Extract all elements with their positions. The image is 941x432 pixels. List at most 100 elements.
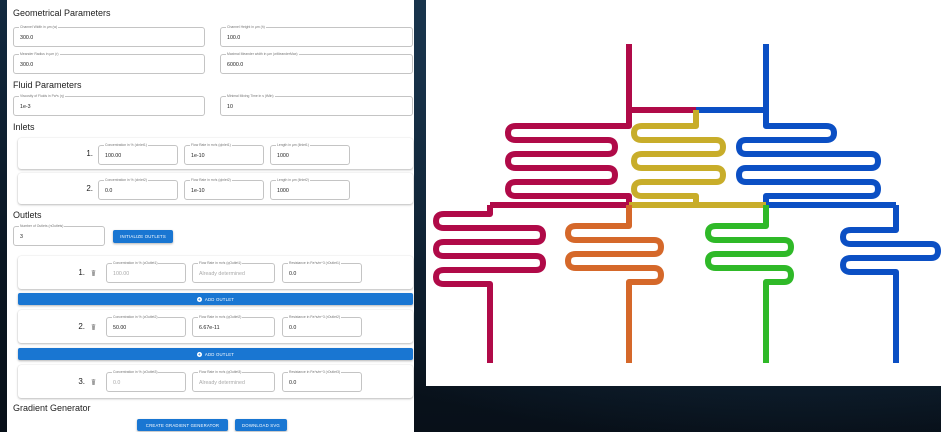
- outlet-2-flow-label: Flow Rate in m³/s (qOutlet2): [198, 314, 243, 320]
- add-outlet-label: ADD OUTLET: [204, 296, 235, 302]
- inlet-1-concentration-field[interactable]: Concentration in % (cInlet1) 100.00: [98, 142, 178, 165]
- outlet-1-concentration-field[interactable]: Concentration in % (cOutlet1) 100.00: [106, 260, 186, 283]
- outlets-title: Outlets: [13, 210, 42, 220]
- outlet-1-resistance-field[interactable]: Resistance in Pa*s/m^3 (rOutlet1) 0.0: [282, 260, 362, 283]
- outlet-card-2: 2. Concentration in % (cOutlet2) 50.00 F…: [18, 310, 413, 343]
- inlet-2-length-field[interactable]: Length in µm (lInlet2) 1000: [270, 177, 350, 200]
- outlet-2-concentration-label: Concentration in % (cOutlet2): [112, 314, 159, 320]
- inlet-channel-1: [626, 44, 696, 113]
- gradient-title: Gradient Generator: [13, 403, 91, 413]
- viscosity-label: Viscosity of Fluids in Pa*s (η): [19, 93, 65, 99]
- fluid-title: Fluid Parameters: [13, 80, 82, 90]
- geometrical-title: Geometrical Parameters: [13, 8, 111, 18]
- max-meander-field[interactable]: Maximal Meander width in µm (wMeanderMax…: [220, 51, 413, 74]
- inlet-1-length-label: Length in µm (lInlet1): [276, 142, 310, 148]
- mixing-time-label: Minimal Mixing Time in s (tMin): [226, 93, 275, 99]
- inlet-number: 2.: [86, 184, 93, 193]
- download-svg-button[interactable]: DOWNLOAD SVG: [235, 419, 287, 431]
- initialize-outlets-button[interactable]: INITIALIZE OUTLETS: [113, 230, 173, 243]
- stage1-blue-meander: [736, 110, 881, 205]
- outlet-1-resistance-label: Resistance in Pa*s/m^3 (rOutlet1): [288, 260, 341, 266]
- outlet-2-resistance-field[interactable]: Resistance in Pa*s/m^3 (rOutlet2) 0.0: [282, 314, 362, 337]
- outlet-number: 3.: [78, 377, 85, 386]
- inlet-1-length-field[interactable]: Length in µm (lInlet1) 1000: [270, 142, 350, 165]
- inlets-title: Inlets: [13, 122, 35, 132]
- outlet-2-flow-value: 6.67e-11: [199, 325, 220, 331]
- viscosity-value: 1e-3: [20, 104, 31, 110]
- parameters-panel: Geometrical Parameters Channel Width in …: [7, 0, 414, 432]
- outlet-3-flow-field[interactable]: Flow Rate in m³/s (qOutlet3) Already det…: [192, 369, 275, 392]
- inlet-channel-2: [696, 44, 769, 113]
- outlet-count-label: Number of Outlets (nOutlets): [19, 223, 65, 229]
- outlet-1-concentration-label: Concentration in % (cOutlet1): [112, 260, 159, 266]
- trash-icon[interactable]: [91, 379, 96, 385]
- channel-height-field[interactable]: Channel Height in µm (h) 100.0: [220, 24, 413, 47]
- trash-icon[interactable]: [91, 270, 96, 276]
- channel-width-label: Channel Width in µm (w): [19, 24, 59, 30]
- inlet-2-length-label: Length in µm (lInlet2): [276, 177, 310, 183]
- add-circle-icon: +: [196, 351, 202, 357]
- outlet-orange-channel: [565, 205, 664, 363]
- outlet3-channel: [840, 205, 941, 363]
- mixing-time-field[interactable]: Minimal Mixing Time in s (tMin) 10: [220, 93, 413, 116]
- inlet-card-2: 2. Concentration in % (cInlet2) 0.0 Flow…: [18, 173, 413, 204]
- inlet-1-concentration-value: 100.00: [105, 153, 122, 159]
- create-gradient-button[interactable]: CREATE GRADIENT GENERATOR: [137, 419, 228, 431]
- outlet-number: 2.: [78, 322, 85, 331]
- stage1-yellow-meander: [631, 110, 726, 205]
- inlet-number: 1.: [86, 149, 93, 158]
- channel-height-label: Channel Height in µm (h): [226, 24, 266, 30]
- outlet-card-3: 3. Concentration in % (cOutlet3) 0.0 Flo…: [18, 365, 413, 398]
- add-outlet-button[interactable]: + ADD OUTLET: [18, 348, 413, 360]
- inlet-2-concentration-field[interactable]: Concentration in % (cInlet2) 0.0: [98, 177, 178, 200]
- outlet-number: 1.: [78, 268, 85, 277]
- outlet-1-concentration-value: 100.00: [113, 271, 130, 277]
- outlet-2-flow-field[interactable]: Flow Rate in m³/s (qOutlet2) 6.67e-11: [192, 314, 275, 337]
- channel-height-value: 100.0: [227, 35, 241, 41]
- outlet-3-flow-label: Flow Rate in m³/s (qOutlet3): [198, 369, 243, 375]
- gradient-generator-svg: [433, 44, 941, 363]
- outlet-3-resistance-field[interactable]: Resistance in Pa*s/m^3 (rOutlet3) 0.0: [282, 369, 362, 392]
- add-circle-icon: +: [196, 296, 202, 302]
- outlet-2-resistance-value: 0.0: [289, 325, 297, 331]
- inlet-2-concentration-label: Concentration in % (cInlet2): [104, 177, 148, 183]
- stage1-crimson-meander: [505, 110, 632, 205]
- gradient-preview-panel: [426, 0, 941, 386]
- outlet2-channel: [705, 205, 794, 363]
- channel-width-value: 300.0: [20, 35, 34, 41]
- inlet-2-concentration-value: 0.0: [105, 188, 113, 194]
- inlet-1-flow-field[interactable]: Flow Rate in m³/s (qInlet1) 1e-10: [184, 142, 264, 165]
- outlet-2-concentration-value: 50.00: [113, 325, 127, 331]
- outlet-3-concentration-label: Concentration in % (cOutlet3): [112, 369, 159, 375]
- channel-width-field[interactable]: Channel Width in µm (w) 300.0: [13, 24, 205, 47]
- outlet-3-resistance-value: 0.0: [289, 380, 297, 386]
- inlet-2-flow-label: Flow Rate in m³/s (qInlet2): [190, 177, 232, 183]
- outlet-1-flow-field[interactable]: Flow Rate in m³/s (qOutlet1) Already det…: [192, 260, 275, 283]
- outlet-3-resistance-label: Resistance in Pa*s/m^3 (rOutlet3): [288, 369, 341, 375]
- outlet-1-resistance-value: 0.0: [289, 271, 297, 277]
- meander-radius-field[interactable]: Meander Radius in µm (r) 300.0: [13, 51, 205, 74]
- meander-radius-label: Meander Radius in µm (r): [19, 51, 60, 57]
- outlet-2-concentration-field[interactable]: Concentration in % (cOutlet2) 50.00: [106, 314, 186, 337]
- outlet-3-concentration-field[interactable]: Concentration in % (cOutlet3) 0.0: [106, 369, 186, 392]
- meander-radius-value: 300.0: [20, 62, 34, 68]
- inlet-1-concentration-label: Concentration in % (cInlet1): [104, 142, 148, 148]
- mixing-time-value: 10: [227, 104, 233, 110]
- outlet-card-1: 1. Concentration in % (cOutlet1) 100.00 …: [18, 256, 413, 289]
- outlet-3-concentration-value: 0.0: [113, 380, 121, 386]
- viscosity-field[interactable]: Viscosity of Fluids in Pa*s (η) 1e-3: [13, 93, 205, 116]
- inlet-card-1: 1. Concentration in % (cInlet1) 100.00 F…: [18, 138, 413, 169]
- inlet-2-flow-field[interactable]: Flow Rate in m³/s (qInlet2) 1e-10: [184, 177, 264, 200]
- outlet-3-flow-value: Already determined: [199, 380, 245, 386]
- outlet-1-flow-label: Flow Rate in m³/s (qOutlet1): [198, 260, 243, 266]
- outlet-count-field[interactable]: Number of Outlets (nOutlets) 3: [13, 223, 105, 246]
- inlet-1-length-value: 1000: [277, 153, 289, 159]
- inlet-2-flow-value: 1e-10: [191, 188, 205, 194]
- trash-icon[interactable]: [91, 324, 96, 330]
- max-meander-label: Maximal Meander width in µm (wMeanderMax…: [226, 51, 299, 57]
- add-outlet-button[interactable]: + ADD OUTLET: [18, 293, 413, 305]
- outlet-1-flow-value: Already determined: [199, 271, 245, 277]
- max-meander-value: 6000.0: [227, 62, 244, 68]
- outlet-count-value: 3: [20, 234, 23, 240]
- outlet-2-resistance-label: Resistance in Pa*s/m^3 (rOutlet2): [288, 314, 341, 320]
